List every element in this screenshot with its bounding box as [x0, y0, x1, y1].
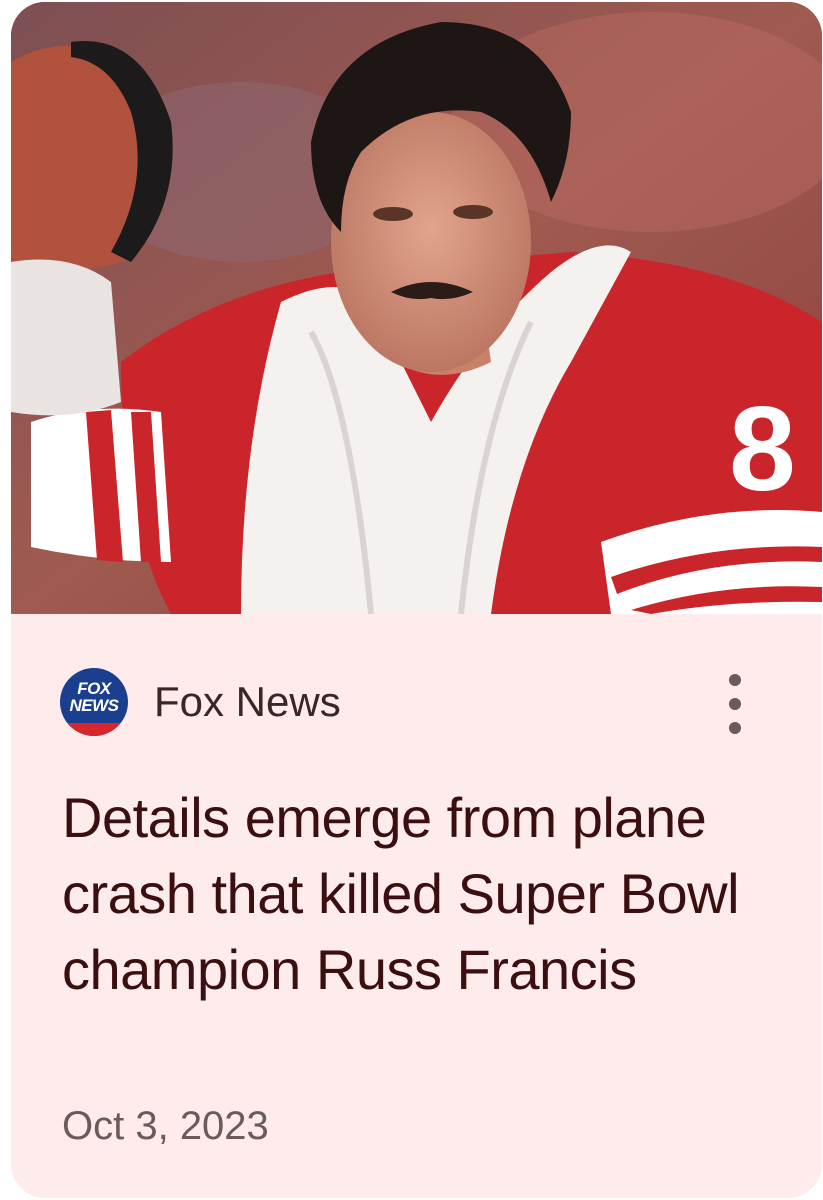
- article-image[interactable]: 8: [11, 2, 822, 614]
- fox-news-logo-icon: FOX NEWS: [60, 668, 128, 736]
- source-row: FOX NEWS Fox News: [11, 662, 822, 742]
- logo-text: FOX NEWS: [60, 680, 128, 714]
- logo-text-line2: NEWS: [69, 696, 120, 715]
- player-photo: 8: [11, 2, 822, 614]
- news-card[interactable]: 8 FOX NEWS Fox News Details emerge from …: [11, 2, 822, 1198]
- more-dot: [729, 674, 741, 686]
- article-headline[interactable]: Details emerge from plane crash that kil…: [62, 780, 762, 1008]
- jersey-number: 8: [729, 382, 796, 516]
- source-name: Fox News: [154, 678, 341, 725]
- logo-stripe: [60, 723, 128, 736]
- more-dot: [729, 698, 741, 710]
- more-dot: [729, 722, 741, 734]
- article-date: Oct 3, 2023: [62, 1104, 269, 1148]
- more-vert-icon[interactable]: [717, 674, 753, 734]
